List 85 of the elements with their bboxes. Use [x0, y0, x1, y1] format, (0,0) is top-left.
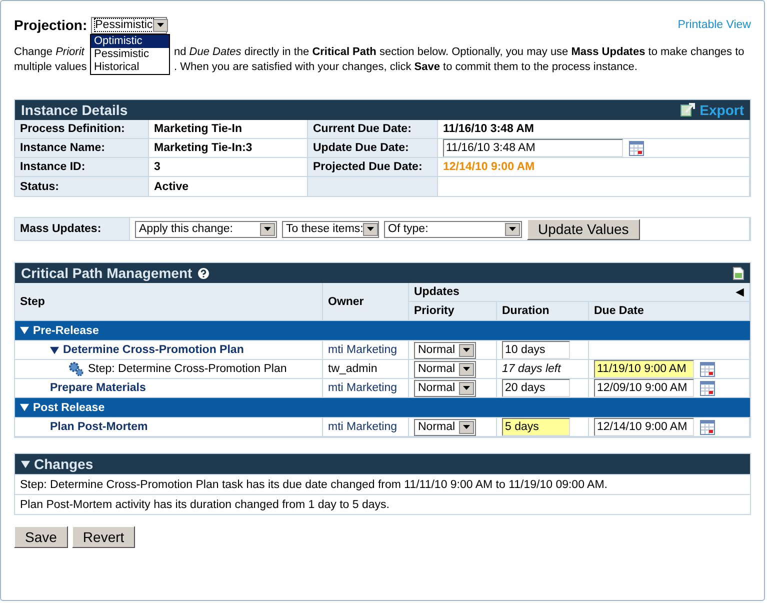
projection-select[interactable]: Pessimistic: [91, 16, 168, 34]
calendar-icon[interactable]: [629, 140, 644, 156]
filter-select[interactable]: Apply this change:: [135, 220, 277, 238]
change-entry: Step: Determine Cross-Promotion Plan task has its due date changed from 11/11/10 9:00 AM to 11/19/10 09:00 AM.: [15, 474, 750, 494]
field-label: Instance ID:: [20, 161, 86, 173]
column-header: Duration: [502, 305, 550, 317]
field-label: Mass Updates:: [20, 223, 102, 235]
panel-title: Instance Details: [21, 102, 128, 118]
update-values-button[interactable]: Update Values: [527, 218, 640, 240]
spreadsheet-icon[interactable]: [733, 266, 744, 280]
priority-select[interactable]: Normal: [414, 342, 476, 358]
calendar-icon[interactable]: [700, 380, 715, 396]
duration-field[interactable]: 5 days: [502, 418, 570, 436]
dropdown-arrow-icon[interactable]: [463, 348, 470, 352]
calendar-icon[interactable]: [700, 362, 715, 376]
priority-select[interactable]: Normal: [414, 418, 476, 436]
activity-link[interactable]: Determine Cross-Promotion Plan: [63, 344, 244, 356]
owner-link[interactable]: mti Marketing: [328, 421, 398, 433]
intro-text: Change Priorit: [14, 45, 86, 60]
printable-view-link[interactable]: Printable View: [678, 19, 751, 31]
column-header: Priority: [414, 305, 454, 317]
owner-name: tw_admin: [328, 363, 378, 375]
revert-button[interactable]: Revert: [72, 526, 136, 548]
priority-select[interactable]: Normal: [414, 380, 476, 396]
field-label: Instance Name:: [20, 142, 106, 154]
owner-link[interactable]: mti Marketing: [328, 382, 398, 394]
export-link[interactable]: Export: [680, 102, 744, 118]
expand-arrow-icon[interactable]: [20, 403, 29, 412]
projection-label: Projection:: [14, 17, 88, 33]
help-icon[interactable]: [196, 266, 212, 280]
filter-select[interactable]: To these items:: [282, 220, 379, 238]
duration-field[interactable]: 10 days: [502, 341, 570, 359]
dropdown-arrow-icon[interactable]: [463, 425, 470, 429]
field-value: 12/14/10 9:00 AM: [443, 161, 535, 173]
due-date-field[interactable]: 11/16/10 3:48 AM: [443, 139, 623, 157]
dropdown-arrow-icon[interactable]: [367, 227, 374, 231]
column-header: Updates: [414, 286, 460, 298]
export-icon: [680, 102, 696, 118]
expand-arrow-icon[interactable]: [20, 326, 29, 335]
step-name: Step: Determine Cross-Promotion Plan: [88, 363, 287, 375]
field-value: Marketing Tie-In:3: [154, 142, 252, 154]
field-value: 3: [154, 161, 160, 173]
dropdown-arrow-icon[interactable]: [463, 367, 470, 371]
dropdown-arrow-icon[interactable]: [264, 227, 271, 231]
field-value: 11/16/10 3:48 AM: [443, 123, 534, 135]
duration-field[interactable]: 20 days: [502, 379, 570, 397]
change-entry: Plan Post-Mortem activity has its duration changed from 1 day to 5 days.: [15, 494, 750, 514]
activity-link[interactable]: Prepare Materials: [50, 382, 146, 394]
group-row[interactable]: Pre-Release: [15, 321, 750, 341]
dropdown-arrow-icon[interactable]: [463, 386, 470, 390]
field-label: Status:: [20, 180, 59, 192]
column-header: Step: [20, 296, 45, 308]
field-label: Update Due Date:: [313, 142, 409, 154]
intro-text: multiple values: [14, 60, 88, 75]
due-date-field[interactable]: 11/19/10 9:00 AM: [594, 360, 694, 378]
activity-link[interactable]: Plan Post-Mortem: [50, 421, 148, 433]
group-name: Pre-Release: [33, 324, 99, 336]
due-date-field[interactable]: 12/09/10 9:00 AM: [594, 379, 694, 397]
expand-arrow-icon[interactable]: [50, 346, 59, 354]
panel-title: Critical Path Management: [21, 265, 192, 281]
dropdown-option[interactable]: Optimistic: [91, 35, 169, 48]
expand-arrow-icon[interactable]: [21, 460, 30, 468]
calendar-icon[interactable]: [700, 420, 715, 434]
field-value: Active: [154, 180, 189, 192]
field-label: Process Definition:: [20, 123, 125, 135]
gears-icon: [68, 361, 84, 377]
intro-text: nd Due Dates directly in the Critical Path section below. Optionally, you may use Mass Updates to make changes to: [174, 45, 744, 60]
due-date-field[interactable]: 12/14/10 9:00 AM: [594, 418, 694, 436]
filter-select[interactable]: Of type:: [384, 220, 522, 238]
column-header: Due Date: [594, 305, 644, 317]
dropdown-arrow-icon[interactable]: [156, 23, 164, 27]
panel-title: Changes: [34, 456, 94, 472]
field-label: Projected Due Date:: [313, 161, 422, 173]
save-button[interactable]: Save: [14, 526, 68, 548]
dropdown-arrow-icon[interactable]: [509, 227, 516, 231]
group-name: Post Release: [33, 402, 105, 414]
remaining-time: 17 days left: [502, 363, 561, 375]
owner-link[interactable]: mti Marketing: [328, 344, 398, 356]
priority-select[interactable]: Normal: [414, 360, 476, 378]
column-header: Owner: [328, 296, 364, 308]
field-value: Marketing Tie-In: [154, 123, 242, 135]
field-label: Current Due Date:: [313, 123, 412, 135]
group-row[interactable]: Post Release: [15, 398, 750, 418]
collapse-arrow[interactable]: ◀: [736, 286, 744, 298]
intro-text: . When you are satisfied with your changes, click Save to commit them to the process instance.: [174, 60, 638, 75]
